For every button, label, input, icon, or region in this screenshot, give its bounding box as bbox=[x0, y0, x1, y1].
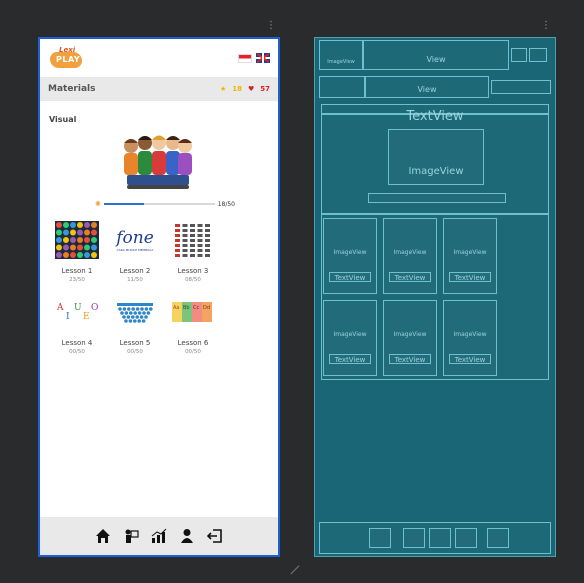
lesson-card[interactable]: Aa Bb Cc Dd Lesson 6 00/50 bbox=[164, 293, 222, 355]
svg-text:Aa: Aa bbox=[173, 305, 179, 311]
more-options-icon[interactable]: ⋮ bbox=[541, 21, 551, 31]
bp-lesson-textview[interactable]: TextView bbox=[329, 272, 371, 282]
bp-lesson-textview[interactable]: TextView bbox=[389, 272, 431, 282]
bp-progress-view[interactable] bbox=[368, 193, 506, 203]
star-count: 18 bbox=[232, 85, 242, 93]
lesson-5-thumbnail bbox=[113, 293, 157, 331]
overall-progress: ✺ 18/50 bbox=[95, 199, 235, 209]
lesson-name: Lesson 5 bbox=[119, 339, 151, 347]
more-options-icon[interactable]: ⋮ bbox=[266, 21, 276, 31]
bp-header-view[interactable]: View bbox=[363, 40, 509, 70]
lesson-progress: 08/50 bbox=[185, 277, 201, 283]
lesson-progress: 00/50 bbox=[69, 349, 85, 355]
lesson-grid: Lesson 1 23/50 fone CARA MUDAH MEMBACA L… bbox=[48, 221, 224, 355]
bp-lesson-card[interactable]: ImageView bbox=[323, 218, 377, 294]
bp-stats-view[interactable] bbox=[491, 80, 551, 94]
bp-lesson-textview[interactable]: TextView bbox=[449, 272, 491, 282]
bp-title-view[interactable]: View bbox=[365, 76, 489, 98]
chart-icon[interactable] bbox=[151, 528, 167, 544]
heart-count: 57 bbox=[260, 85, 270, 93]
lesson-progress: 00/50 bbox=[185, 349, 201, 355]
lesson-name: Lesson 4 bbox=[61, 339, 93, 347]
svg-text:I: I bbox=[66, 312, 70, 322]
lesson-2-thumbnail: fone CARA MUDAH MEMBACA bbox=[116, 228, 154, 252]
lesson-6-thumbnail: Aa Bb Cc Dd bbox=[171, 293, 215, 331]
lesson-3-thumbnail bbox=[171, 221, 215, 259]
page-title: Materials bbox=[48, 84, 96, 94]
bp-lesson-textview[interactable]: TextView bbox=[329, 354, 371, 364]
svg-text:E: E bbox=[83, 312, 90, 322]
flag-uk-icon[interactable] bbox=[256, 53, 270, 63]
bp-nav-imageview[interactable] bbox=[429, 528, 451, 548]
bp-lesson-card[interactable]: ImageView bbox=[443, 218, 497, 294]
editor-canvas: ⋮ ⋮ Lexi PLAY Materials ★ 18 ♥ 57 Visual bbox=[0, 0, 584, 583]
flag-indonesia-icon[interactable] bbox=[238, 53, 252, 63]
lesson-progress: 11/50 bbox=[127, 277, 143, 283]
bp-nav-imageview[interactable] bbox=[403, 528, 425, 548]
lesson-progress: 00/50 bbox=[127, 349, 143, 355]
bp-lesson-card[interactable]: ImageView bbox=[323, 300, 377, 376]
resize-handle-icon[interactable] bbox=[282, 557, 300, 575]
svg-text:Dd: Dd bbox=[203, 305, 210, 311]
lesson-card[interactable]: Lesson 3 08/50 bbox=[164, 221, 222, 283]
lesson-name: Lesson 1 bbox=[61, 267, 93, 275]
svg-text:A: A bbox=[56, 303, 64, 313]
svg-text:U: U bbox=[74, 303, 82, 313]
bp-title-view[interactable] bbox=[319, 76, 365, 98]
lesson-card[interactable]: A I U E O Lesson 4 00/50 bbox=[48, 293, 106, 355]
home-icon[interactable] bbox=[95, 528, 111, 544]
lesson-name: Lesson 3 bbox=[177, 267, 209, 275]
svg-text:O: O bbox=[91, 303, 98, 313]
bp-logo-imageview[interactable]: ImageView bbox=[319, 40, 363, 70]
bottom-nav bbox=[40, 517, 278, 555]
progress-bar bbox=[103, 203, 215, 205]
bulb-icon: ✺ bbox=[95, 200, 101, 208]
svg-text:Bb: Bb bbox=[183, 305, 190, 311]
profile-icon[interactable] bbox=[179, 528, 195, 544]
lesson-1-thumbnail bbox=[55, 221, 99, 259]
lesson-card[interactable]: fone CARA MUDAH MEMBACA Lesson 2 11/50 bbox=[106, 221, 164, 283]
progress-text: 18/50 bbox=[217, 200, 235, 208]
bp-lesson-card[interactable]: ImageView bbox=[383, 218, 437, 294]
svg-text:Cc: Cc bbox=[193, 305, 199, 311]
lesson-name: Lesson 2 bbox=[119, 267, 151, 275]
star-icon: ★ bbox=[219, 85, 227, 93]
hero-kids-image bbox=[122, 129, 194, 191]
bp-nav-imageview[interactable] bbox=[487, 528, 509, 548]
presentation-icon[interactable] bbox=[123, 528, 139, 544]
lesson-card[interactable]: Lesson 1 23/50 bbox=[48, 221, 106, 283]
bp-nav-imageview[interactable] bbox=[455, 528, 477, 548]
logout-icon[interactable] bbox=[206, 528, 223, 544]
bp-flag-imageview[interactable] bbox=[511, 48, 527, 62]
app-header: Lexi PLAY bbox=[40, 39, 278, 77]
lesson-name: Lesson 6 bbox=[177, 339, 209, 347]
lesson-card[interactable]: Lesson 5 00/50 bbox=[106, 293, 164, 355]
lesson-4-thumbnail: A I U E O bbox=[55, 293, 99, 331]
bp-nav-imageview[interactable] bbox=[369, 528, 391, 548]
bp-hero-imageview[interactable]: ImageView bbox=[388, 129, 484, 185]
bp-lesson-card[interactable]: ImageView bbox=[443, 300, 497, 376]
bp-lesson-card[interactable]: ImageView bbox=[383, 300, 437, 376]
section-title: Visual bbox=[49, 115, 77, 124]
bp-hero-container[interactable]: TextView ImageView bbox=[321, 109, 549, 214]
design-preview[interactable]: Lexi PLAY Materials ★ 18 ♥ 57 Visual ✺ 1… bbox=[38, 37, 280, 557]
lesson-progress: 23/50 bbox=[69, 277, 85, 283]
title-bar: Materials ★ 18 ♥ 57 bbox=[40, 77, 278, 101]
bp-flag-imageview[interactable] bbox=[529, 48, 547, 62]
blueprint-preview[interactable]: ImageView View View TextView ImageView I… bbox=[314, 37, 556, 557]
bp-lesson-textview[interactable]: TextView bbox=[389, 354, 431, 364]
lexiplay-logo: Lexi PLAY bbox=[50, 46, 82, 70]
bp-lesson-textview[interactable]: TextView bbox=[449, 354, 491, 364]
heart-icon: ♥ bbox=[247, 85, 255, 93]
